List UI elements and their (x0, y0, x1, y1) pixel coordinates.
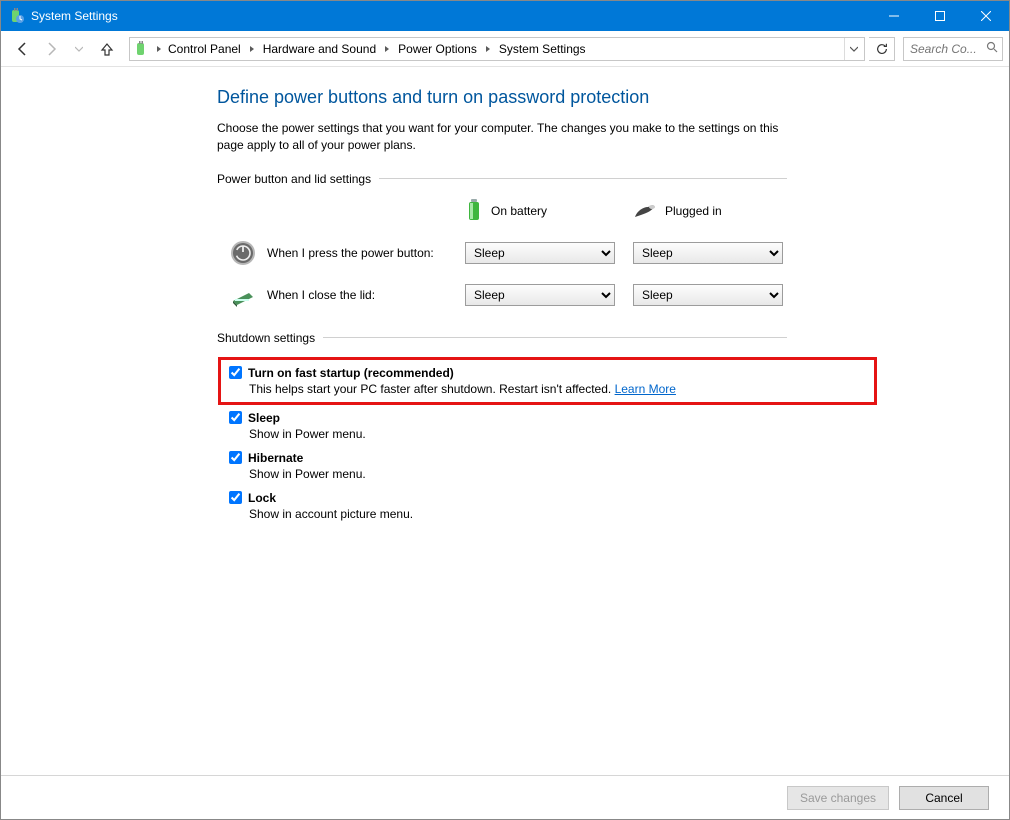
search-box[interactable] (903, 37, 1003, 61)
power-button-lid-grid: On battery Plugged in When I press the p… (217, 198, 787, 309)
fast-startup-sub: This helps start your PC faster after sh… (249, 382, 866, 396)
plug-icon (633, 201, 657, 222)
chevron-right-icon[interactable] (382, 46, 392, 52)
sub-text: Show in account picture menu. (249, 507, 787, 521)
close-lid-plugged-select[interactable]: Sleep (633, 284, 783, 306)
chevron-right-icon[interactable] (483, 46, 493, 52)
sub-text: Show in Power menu. (249, 467, 787, 481)
laptop-lid-icon (229, 281, 257, 309)
footer: Save changes Cancel (1, 775, 1009, 819)
chevron-right-icon[interactable] (247, 46, 257, 52)
window: System Settings (0, 0, 1010, 820)
minimize-button[interactable] (871, 1, 917, 31)
power-button-battery-select[interactable]: Sleep (465, 242, 615, 264)
lock-checkbox[interactable] (229, 491, 242, 504)
sleep-checkbox[interactable] (229, 411, 242, 424)
refresh-button[interactable] (869, 37, 895, 61)
battery-icon (465, 198, 483, 225)
shutdown-item-fast-startup: Turn on fast startup (recommended) This … (218, 357, 877, 405)
fast-startup-checkbox[interactable] (229, 366, 242, 379)
section-power-button-lid: Power button and lid settings (217, 172, 787, 186)
maximize-button[interactable] (917, 1, 963, 31)
address-bar[interactable]: Control Panel Hardware and Sound Power O… (129, 37, 865, 61)
breadcrumb-power-options[interactable]: Power Options (394, 40, 481, 58)
hibernate-checkbox[interactable] (229, 451, 242, 464)
shutdown-item-sleep: Sleep Show in Power menu. (229, 411, 787, 441)
back-button[interactable] (11, 37, 35, 61)
chevron-right-icon[interactable] (154, 46, 164, 52)
cancel-button[interactable]: Cancel (899, 786, 989, 810)
breadcrumb-hardware-and-sound[interactable]: Hardware and Sound (259, 40, 380, 58)
page-description: Choose the power settings that you want … (217, 120, 787, 154)
address-history-dropdown[interactable] (844, 38, 862, 60)
column-plugged-in: Plugged in (633, 201, 793, 222)
content-area: Define power buttons and turn on passwor… (1, 67, 1009, 775)
save-changes-button[interactable]: Save changes (787, 786, 889, 810)
learn-more-link[interactable]: Learn More (615, 382, 676, 396)
sub-text: This helps start your PC faster after sh… (249, 382, 615, 396)
section-shutdown-settings: Shutdown settings (217, 331, 787, 345)
checkbox-label: Turn on fast startup (recommended) (248, 366, 454, 380)
column-on-battery: On battery (465, 198, 625, 225)
power-options-icon (134, 41, 150, 57)
up-button[interactable] (95, 37, 119, 61)
shutdown-item-lock: Lock Show in account picture menu. (229, 491, 787, 521)
page-heading: Define power buttons and turn on passwor… (217, 87, 787, 108)
row-label: When I press the power button: (267, 246, 434, 260)
column-label: On battery (491, 204, 547, 218)
section-label: Shutdown settings (217, 331, 315, 345)
app-icon (9, 8, 25, 24)
column-label: Plugged in (665, 204, 722, 218)
search-input[interactable] (908, 41, 978, 57)
recent-dropdown[interactable] (67, 37, 91, 61)
row-label: When I close the lid: (267, 288, 375, 302)
titlebar: System Settings (1, 1, 1009, 31)
checkbox-label: Sleep (248, 411, 280, 425)
checkbox-label: Lock (248, 491, 276, 505)
row-power-button: When I press the power button: (217, 239, 457, 267)
sub-text: Show in Power menu. (249, 427, 787, 441)
shutdown-settings-list: Turn on fast startup (recommended) This … (217, 357, 787, 521)
search-icon (986, 41, 998, 56)
forward-button[interactable] (39, 37, 63, 61)
close-lid-battery-select[interactable]: Sleep (465, 284, 615, 306)
window-title: System Settings (31, 9, 118, 23)
row-close-lid: When I close the lid: (217, 281, 457, 309)
power-button-icon (229, 239, 257, 267)
close-button[interactable] (963, 1, 1009, 31)
breadcrumb-system-settings[interactable]: System Settings (495, 40, 590, 58)
navigation-bar: Control Panel Hardware and Sound Power O… (1, 31, 1009, 67)
shutdown-item-hibernate: Hibernate Show in Power menu. (229, 451, 787, 481)
breadcrumb-control-panel[interactable]: Control Panel (164, 40, 245, 58)
power-button-plugged-select[interactable]: Sleep (633, 242, 783, 264)
checkbox-label: Hibernate (248, 451, 303, 465)
section-label: Power button and lid settings (217, 172, 371, 186)
